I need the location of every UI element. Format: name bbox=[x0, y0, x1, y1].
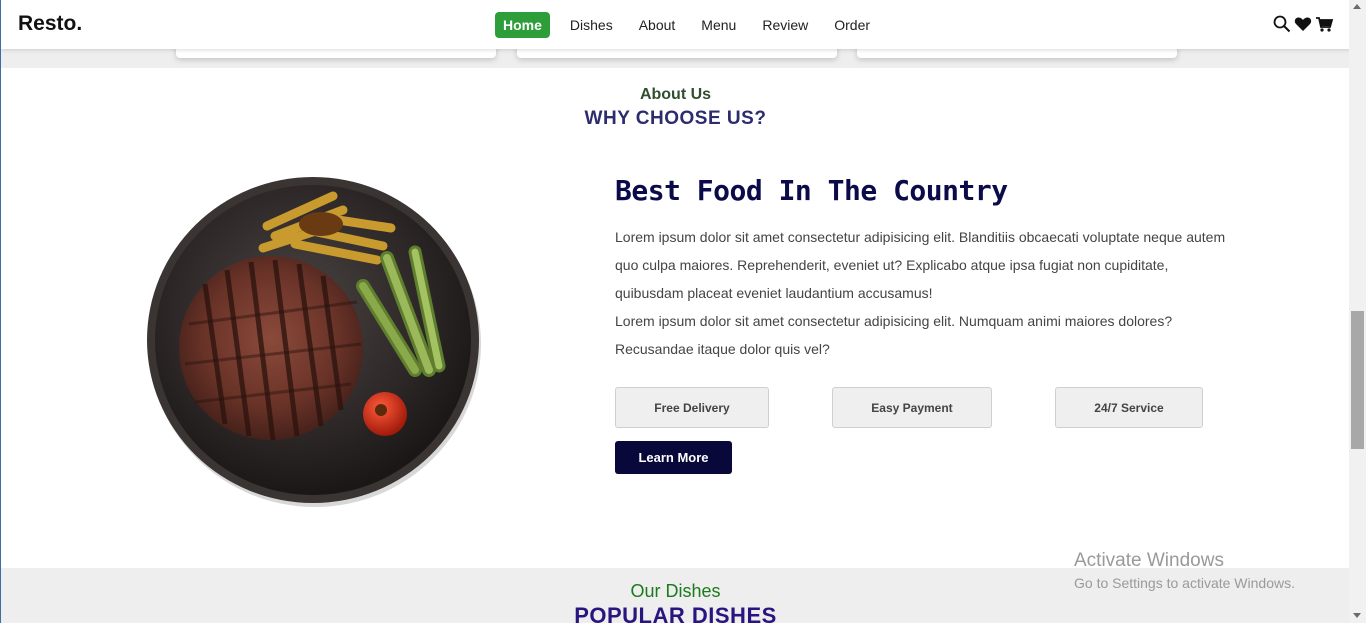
scrollbar-thumb[interactable] bbox=[1351, 311, 1364, 449]
search-icon[interactable] bbox=[1273, 15, 1291, 33]
nav-link-menu[interactable]: Menu bbox=[693, 12, 744, 38]
heart-icon[interactable] bbox=[1294, 15, 1312, 33]
nav-link-about[interactable]: About bbox=[631, 12, 684, 38]
feature-easy-payment[interactable]: Easy Payment bbox=[832, 387, 992, 428]
activate-windows-subtitle: Go to Settings to activate Windows. bbox=[1074, 575, 1295, 591]
nav-link-home[interactable]: Home bbox=[495, 12, 550, 38]
activate-windows-title: Activate Windows bbox=[1074, 550, 1224, 571]
nav-link-dishes[interactable]: Dishes bbox=[562, 12, 621, 38]
steak-plate-image bbox=[145, 174, 481, 513]
about-heading: WHY CHOOSE US? bbox=[584, 108, 767, 129]
about-title: Best Food In The Country bbox=[615, 174, 1008, 207]
scroll-up-arrow-icon[interactable] bbox=[1353, 4, 1361, 9]
nav-link-order[interactable]: Order bbox=[826, 12, 878, 38]
header-icons bbox=[1273, 15, 1334, 33]
nav-link-review[interactable]: Review bbox=[754, 12, 816, 38]
about-paragraph-2: Lorem ipsum dolor sit amet consectetur a… bbox=[615, 313, 1173, 357]
dishes-heading: POPULAR DISHES bbox=[574, 603, 777, 623]
vertical-scrollbar[interactable] bbox=[1349, 0, 1366, 623]
main-nav: Home Dishes About Menu Review Order bbox=[495, 12, 888, 38]
about-content: Best Food In The Country Lorem ipsum dol… bbox=[615, 170, 1235, 363]
cart-icon[interactable] bbox=[1315, 15, 1334, 33]
logo[interactable]: Resto. bbox=[18, 12, 82, 36]
about-paragraph-1: Lorem ipsum dolor sit amet consectetur a… bbox=[615, 229, 1226, 301]
feature-free-delivery[interactable]: Free Delivery bbox=[615, 387, 769, 428]
learn-more-button[interactable]: Learn More bbox=[615, 441, 732, 474]
page: Resto. Home Dishes About Menu Review Ord… bbox=[0, 0, 1349, 623]
about-subheading: About Us bbox=[639, 86, 712, 103]
scroll-down-arrow-icon[interactable] bbox=[1353, 613, 1361, 618]
feature-24-7-service[interactable]: 24/7 Service bbox=[1055, 387, 1203, 428]
site-header: Resto. Home Dishes About Menu Review Ord… bbox=[1, 0, 1349, 49]
